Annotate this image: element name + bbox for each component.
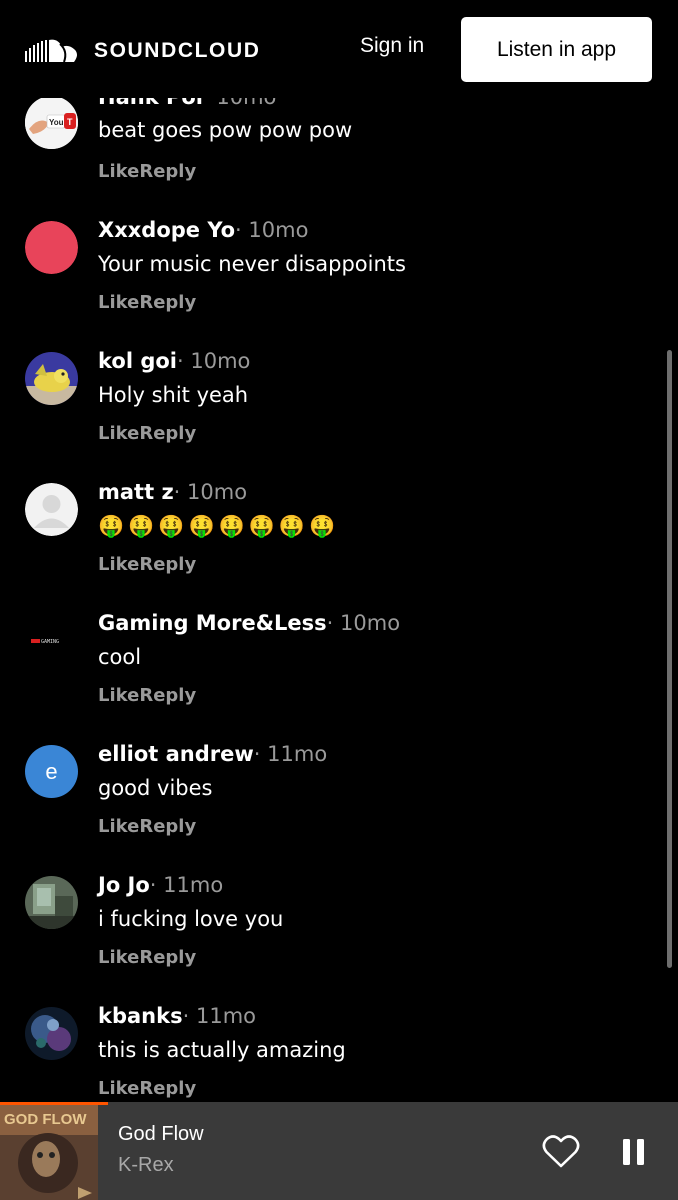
comment-text: beat goes pow pow pow	[98, 118, 353, 142]
comment-item: You T Hank Pol· 10mo beat goes pow pow p…	[0, 85, 660, 222]
comment-separator: ·	[177, 349, 184, 373]
reply-button[interactable]: Reply	[139, 816, 196, 837]
comment-text: i fucking love you	[98, 907, 284, 931]
avatar-youtube-thumb[interactable]: You T	[25, 96, 78, 149]
comment-meta: Jo Jo· 11mo	[98, 872, 223, 898]
avatar-default-person[interactable]	[25, 483, 78, 536]
comment-username[interactable]: elliot andrew	[98, 742, 254, 766]
avatar-photo-abstract[interactable]	[25, 1007, 78, 1060]
comments-list: You T Hank Pol· 10mo beat goes pow pow p…	[0, 0, 678, 1102]
comment-time: 11mo	[195, 1004, 256, 1028]
comment-separator: ·	[149, 873, 157, 897]
comment-actions: LikeReply	[98, 816, 196, 837]
comment-username[interactable]: kbanks	[98, 1004, 183, 1028]
comment-username[interactable]: Jo Jo	[98, 873, 150, 897]
comment-separator: ·	[326, 611, 334, 635]
like-button[interactable]: Like	[98, 161, 139, 182]
comment-separator: ·	[253, 742, 261, 766]
avatar-initial[interactable]: e	[25, 745, 78, 798]
soundcloud-mobile-page: You T Hank Pol· 10mo beat goes pow pow p…	[0, 0, 678, 1200]
gaming-logo-text: GAMING	[41, 639, 59, 645]
top-header: SOUNDCLOUD Sign in Listen in app	[0, 0, 678, 98]
listen-in-app-button[interactable]: Listen in app	[461, 17, 652, 82]
comment-actions: LikeReply	[98, 161, 196, 182]
comment-time: 10mo	[190, 349, 251, 373]
pause-icon[interactable]	[620, 1137, 648, 1167]
comment-actions: LikeReply	[98, 1078, 196, 1099]
soundcloud-logo-icon	[25, 39, 77, 63]
brand-name: SOUNDCLOUD	[94, 39, 261, 62]
track-artist[interactable]: K-Rex	[118, 1154, 174, 1177]
avatar-illustration[interactable]	[25, 352, 78, 405]
comment-text: cool	[98, 645, 142, 669]
comment-actions: LikeReply	[98, 423, 196, 444]
comment-item: Jo Jo· 11mo i fucking love you LikeReply	[0, 872, 660, 1003]
comment-actions: LikeReply	[98, 554, 196, 575]
comment-item: Xxxdope Yo· 10mo Your music never disapp…	[0, 217, 660, 348]
comment-meta: matt z· 10mo	[98, 479, 247, 505]
comment-meta: kbanks· 11mo	[98, 1003, 256, 1029]
comment-separator: ·	[182, 1004, 190, 1028]
svg-text:You: You	[49, 118, 64, 127]
comment-username[interactable]: Xxxdope Yo	[98, 218, 235, 242]
reply-button[interactable]: Reply	[139, 947, 196, 968]
mini-player[interactable]: GOD FLOW God Flow K-Rex	[0, 1102, 678, 1200]
comment-text: 🤑🤑🤑🤑🤑🤑🤑🤑	[98, 514, 340, 538]
avatar-photo-room[interactable]	[25, 876, 78, 929]
comment-time: 10mo	[248, 218, 309, 242]
comment-item: e elliot andrew· 11mo good vibes LikeRep…	[0, 741, 660, 872]
soundcloud-brand[interactable]: SOUNDCLOUD	[24, 36, 261, 66]
comment-text: Holy shit yeah	[98, 383, 249, 407]
comment-item: kol goi· 10mo Holy shit yeah LikeReply	[0, 348, 660, 479]
heart-icon[interactable]	[542, 1133, 580, 1169]
album-cover[interactable]: GOD FLOW	[0, 1105, 98, 1200]
like-button[interactable]: Like	[98, 292, 139, 313]
comment-text: good vibes	[98, 776, 213, 800]
reply-button[interactable]: Reply	[139, 685, 196, 706]
comment-actions: LikeReply	[98, 292, 196, 313]
comment-username[interactable]: kol goi	[98, 349, 177, 373]
comment-time: 11mo	[267, 742, 328, 766]
cover-text: GOD FLOW	[4, 1111, 87, 1128]
scrollbar-thumb[interactable]	[667, 350, 672, 968]
reply-button[interactable]: Reply	[139, 161, 196, 182]
comment-item: matt z· 10mo 🤑🤑🤑🤑🤑🤑🤑🤑 LikeReply	[0, 479, 660, 610]
comment-username[interactable]: matt z	[98, 480, 174, 504]
avatar-solid[interactable]	[25, 221, 78, 274]
comment-meta: Xxxdope Yo· 10mo	[98, 217, 308, 243]
comment-time: 11mo	[163, 873, 224, 897]
avatar-letter: e	[45, 758, 58, 784]
reply-button[interactable]: Reply	[139, 423, 196, 444]
comment-separator: ·	[235, 218, 242, 242]
reply-button[interactable]: Reply	[139, 554, 196, 575]
like-button[interactable]: Like	[98, 685, 139, 706]
comment-time: 10mo	[187, 480, 248, 504]
comment-username[interactable]: Gaming More&Less	[98, 611, 327, 635]
reply-button[interactable]: Reply	[139, 1078, 196, 1099]
like-button[interactable]: Like	[98, 947, 139, 968]
avatar-gaming-logo[interactable]: GAMING	[25, 614, 78, 667]
reply-button[interactable]: Reply	[139, 292, 196, 313]
comment-text: Your music never disappoints	[98, 252, 406, 276]
comment-meta: Gaming More&Less· 10mo	[98, 610, 400, 636]
comment-actions: LikeReply	[98, 947, 196, 968]
comment-item: kbanks· 11mo this is actually amazing Li…	[0, 1003, 660, 1102]
like-button[interactable]: Like	[98, 816, 139, 837]
like-button[interactable]: Like	[98, 554, 139, 575]
comment-time: 10mo	[340, 611, 401, 635]
comment-text: this is actually amazing	[98, 1038, 346, 1062]
like-button[interactable]: Like	[98, 423, 139, 444]
comment-meta: kol goi· 10mo	[98, 348, 250, 374]
svg-text:T: T	[67, 117, 73, 127]
comment-actions: LikeReply	[98, 685, 196, 706]
like-button[interactable]: Like	[98, 1078, 139, 1099]
comment-separator: ·	[173, 480, 181, 504]
track-title[interactable]: God Flow	[118, 1123, 204, 1146]
comment-meta: elliot andrew· 11mo	[98, 741, 327, 767]
sign-in-link[interactable]: Sign in	[360, 34, 424, 58]
comment-item: GAMING Gaming More&Less· 10mo cool LikeR…	[0, 610, 660, 741]
